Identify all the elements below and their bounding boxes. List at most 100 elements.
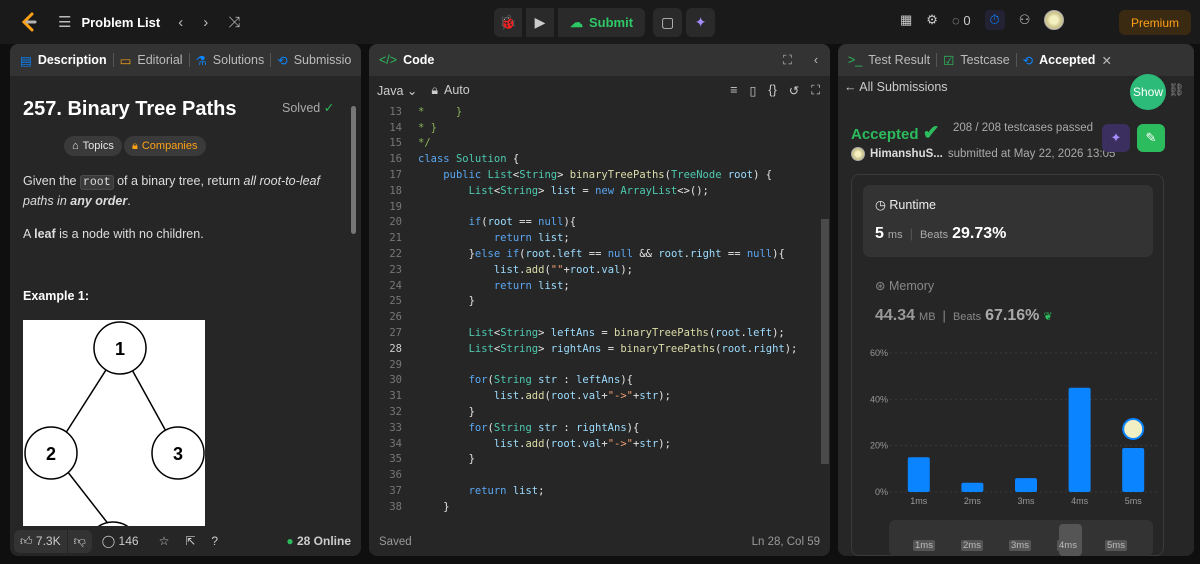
- top-bar: ☰ Problem List ‹ › ⤨ 🐞 ▶ ☁ Submit ▢ ✦ ▦ ⚙…: [0, 0, 1200, 44]
- result-panel: >_ Test Result ☑ Testcase ⟲ Accepted ✕ ← Al…: [838, 44, 1194, 556]
- saved-status: Saved: [379, 536, 412, 548]
- premium-button[interactable]: Premium: [1119, 10, 1191, 35]
- run-button[interactable]: ▶: [526, 8, 554, 37]
- y-tick-label: 0%: [875, 487, 888, 497]
- bar[interactable]: [1068, 387, 1091, 492]
- tab-testcase[interactable]: Testcase: [960, 53, 1009, 67]
- problem-title: 257. Binary Tree Paths: [23, 98, 237, 120]
- code-editor[interactable]: 13 * } 14 * } 15 */ 16 class Solution { 17 p…: [369, 104, 819, 522]
- range-slider[interactable]: 1ms 2ms 3ms 4ms 5ms: [889, 520, 1153, 556]
- x-tick-label: 1ms: [910, 496, 928, 506]
- x-tick-label: 2ms: [964, 496, 982, 506]
- y-tick-label: 20%: [870, 441, 888, 451]
- runtime-distribution-chart: 60% 40% 20% 0% 1ms 2ms 3ms 4ms 5ms: [870, 348, 1158, 506]
- tag-icon: ⌂: [72, 140, 79, 152]
- slider-label: 3ms: [1009, 540, 1031, 551]
- clock-icon: ◷: [875, 198, 886, 212]
- bar[interactable]: [961, 482, 984, 492]
- star-icon[interactable]: ☆: [159, 534, 170, 548]
- auto-label: Auto: [444, 83, 470, 97]
- like-button[interactable]: 👍︎ 7.3K: [14, 529, 67, 553]
- tree-node-1: 1: [115, 339, 125, 359]
- chevron-left-icon[interactable]: ‹: [178, 14, 183, 31]
- editor-toolbar: Java ⌄ 🔒︎ Auto ≡ ▯ {} ↺ ⛶: [369, 76, 830, 104]
- edit-note-button[interactable]: ✎: [1137, 124, 1165, 152]
- avatar[interactable]: [851, 147, 865, 161]
- list-icon[interactable]: ☰: [58, 13, 71, 31]
- tab-code[interactable]: Code: [403, 53, 434, 67]
- bar[interactable]: [907, 457, 930, 492]
- chevron-right-icon[interactable]: ›: [203, 14, 208, 31]
- solved-badge: Solved ✓: [282, 101, 335, 115]
- notes-button[interactable]: ▢: [653, 8, 683, 37]
- problem-list-link[interactable]: Problem List: [81, 15, 160, 30]
- result-tabs: >_ Test Result ☑ Testcase ⟲ Accepted ✕: [838, 44, 1194, 76]
- shuffle-icon[interactable]: ⤨: [228, 14, 240, 31]
- slider-label: 1ms: [913, 540, 935, 551]
- all-submissions-link[interactable]: ← All Submissions: [844, 80, 948, 94]
- check-icon: ✔: [922, 122, 940, 144]
- dislike-button[interactable]: 👎︎: [67, 529, 92, 553]
- avatar[interactable]: [1044, 10, 1065, 30]
- language-select[interactable]: Java ⌄: [377, 83, 417, 98]
- runtime-value: 5: [875, 225, 884, 242]
- share-icon[interactable]: ⇱: [185, 534, 195, 548]
- cursor-position: Ln 28, Col 59: [751, 536, 820, 548]
- ai-analyze-button[interactable]: ✦: [1102, 124, 1130, 152]
- history-icon: ⟲: [1022, 53, 1034, 68]
- comments-button[interactable]: ◯ 146: [102, 534, 139, 548]
- my-submission-marker[interactable]: [1122, 417, 1145, 440]
- link-icon[interactable]: ⛓: [1168, 82, 1185, 98]
- flask-icon: ⚗: [195, 53, 207, 68]
- tab-solutions[interactable]: Solutions: [213, 53, 264, 67]
- bar[interactable]: [1015, 478, 1037, 492]
- help-icon[interactable]: ?: [211, 534, 218, 548]
- y-tick-label: 40%: [870, 394, 888, 404]
- book-icon: ▭: [119, 53, 132, 68]
- leetcode-logo-icon[interactable]: [18, 11, 40, 33]
- slider-label: 5ms: [1105, 540, 1127, 551]
- collapse-icon[interactable]: ‹: [814, 53, 818, 67]
- scrollbar[interactable]: [351, 106, 356, 234]
- close-icon[interactable]: ✕: [1101, 53, 1111, 68]
- tab-submissions[interactable]: Submissio: [294, 53, 352, 67]
- code-header: </> Code ⛶ ‹: [369, 44, 830, 76]
- format-icon[interactable]: ≡: [730, 83, 737, 98]
- memory-card[interactable]: ⊛ Memory 44.34 MB | Beats 67.16% ❦: [875, 278, 1053, 325]
- fullscreen-icon[interactable]: ⛶: [811, 83, 820, 98]
- fire-icon: ◌: [951, 12, 960, 28]
- bookmark-icon[interactable]: ▯: [750, 83, 757, 98]
- braces-icon[interactable]: {}: [768, 83, 776, 98]
- runtime-card[interactable]: ◷ Runtime 5 ms | Beats 29.73%: [863, 185, 1153, 257]
- editor-scrollbar[interactable]: [821, 219, 829, 464]
- x-tick-label: 4ms: [1071, 496, 1089, 506]
- debug-button[interactable]: 🐞: [494, 8, 522, 37]
- description-panel: ▤ Description ▭ Editorial ⚗ Solutions ⟲ Subm…: [10, 44, 361, 556]
- tab-description[interactable]: Description: [38, 53, 107, 67]
- streak-counter[interactable]: ◌ 0: [952, 13, 971, 28]
- show-button[interactable]: Show: [1130, 74, 1166, 110]
- add-user-icon[interactable]: ⚇: [1019, 12, 1031, 28]
- tab-editorial[interactable]: Editorial: [137, 53, 182, 67]
- bar[interactable]: [1122, 447, 1145, 492]
- gear-icon[interactable]: ⚙: [926, 12, 938, 28]
- submit-button[interactable]: ☁ Submit: [558, 8, 646, 37]
- companies-chip[interactable]: 🔒︎ Companies: [124, 136, 206, 156]
- topics-chip[interactable]: ⌂ Topics: [64, 136, 122, 156]
- history-icon: ⟲: [277, 53, 288, 68]
- editor-footer: Saved Ln 28, Col 59: [369, 528, 830, 556]
- reset-icon[interactable]: ↺: [789, 83, 799, 98]
- y-tick-label: 60%: [870, 348, 888, 358]
- arrow-left-icon: ←: [844, 80, 857, 94]
- comment-icon: ◯: [101, 534, 116, 548]
- ai-button[interactable]: ✦: [686, 8, 716, 37]
- layout-icon[interactable]: ▦: [900, 12, 912, 28]
- timer-icon[interactable]: ⏱: [984, 10, 1005, 30]
- runtime-beats: 29.73%: [952, 225, 1007, 242]
- tab-accepted[interactable]: Accepted: [1039, 53, 1095, 67]
- x-tick-label: 5ms: [1125, 496, 1143, 506]
- tab-test-result[interactable]: Test Result: [868, 53, 930, 67]
- terminal-icon: >_: [848, 53, 863, 67]
- status-accepted: Accepted ✔: [851, 122, 940, 144]
- expand-icon[interactable]: ⛶: [783, 53, 792, 68]
